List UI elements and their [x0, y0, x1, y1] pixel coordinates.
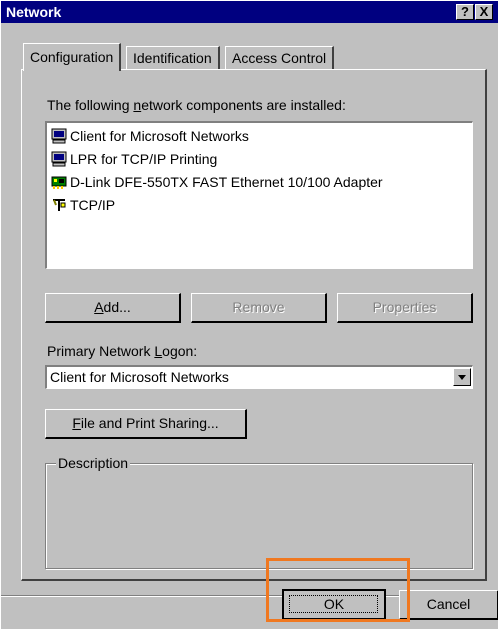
file-and-print-sharing-button[interactable]: File and Print Sharing... — [45, 409, 247, 439]
protocol-icon — [51, 197, 67, 213]
dropdown-button[interactable] — [453, 368, 471, 386]
add-button[interactable]: Add... — [45, 293, 181, 323]
tab-access-control[interactable]: Access Control — [225, 46, 335, 69]
title-bar[interactable]: Network ? X — [1, 1, 498, 23]
list-item[interactable]: LPR for TCP/IP Printing — [51, 148, 217, 170]
list-item[interactable]: TCP/IP — [51, 194, 115, 216]
window-title: Network — [6, 4, 62, 20]
logon-label: Primary Network Logon: — [47, 343, 198, 359]
components-list[interactable]: Client for Microsoft Networks LPR for TC… — [45, 121, 473, 269]
description-group: Description — [45, 455, 473, 569]
list-item[interactable]: Client for Microsoft Networks — [51, 125, 249, 147]
network-dialog: Network ? X Configuration Identification… — [0, 0, 498, 629]
components-label: The following network components are ins… — [47, 97, 346, 113]
description-legend: Description — [56, 455, 131, 471]
primary-logon-select[interactable]: Client for Microsoft Networks — [45, 365, 473, 389]
focus-rect — [289, 595, 378, 613]
properties-button[interactable]: Properties — [337, 293, 473, 323]
list-item-label: LPR for TCP/IP Printing — [70, 151, 218, 167]
client-icon — [51, 128, 67, 144]
list-item-label: Client for Microsoft Networks — [70, 128, 249, 144]
help-button[interactable]: ? — [456, 4, 474, 20]
cancel-button[interactable]: Cancel — [399, 590, 498, 620]
chevron-down-icon — [458, 375, 466, 380]
list-item-label: TCP/IP — [70, 197, 116, 213]
tab-identification[interactable]: Identification — [126, 46, 220, 69]
ok-button[interactable]: OK — [282, 589, 386, 620]
client-icon — [51, 151, 67, 167]
remove-button[interactable]: Remove — [191, 293, 327, 323]
close-button[interactable]: X — [475, 4, 493, 20]
list-item[interactable]: D-Link DFE-550TX FAST Ethernet 10/100 Ad… — [51, 171, 383, 193]
primary-logon-value: Client for Microsoft Networks — [50, 369, 229, 385]
network-adapter-icon — [51, 174, 67, 190]
list-item-label: D-Link DFE-550TX FAST Ethernet 10/100 Ad… — [70, 174, 383, 190]
tab-configuration[interactable]: Configuration — [23, 43, 122, 71]
